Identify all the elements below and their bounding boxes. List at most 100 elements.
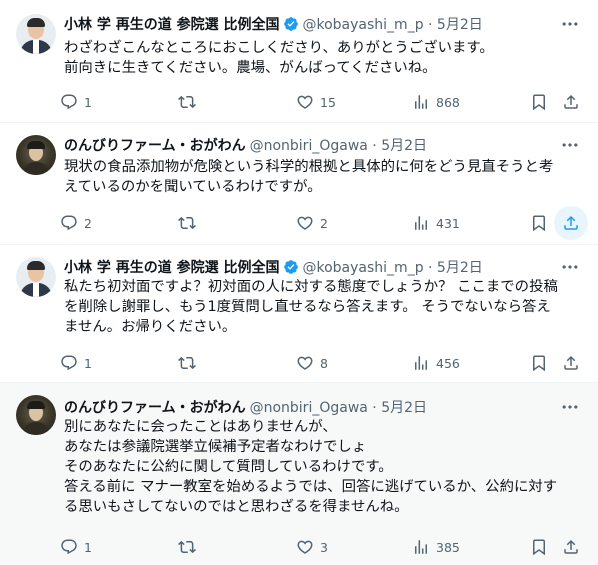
author-handle-date[interactable]: @kobayashi_m_p · 5月2日 [303, 257, 483, 277]
like-button[interactable]: 3 [296, 535, 328, 559]
like-count: 8 [320, 355, 328, 371]
tweet-text-line: 現状の食品添加物が危険という科学的根拠と具体的に何をどう見直そうと考 [64, 159, 554, 175]
author-name[interactable]: のんびりファーム・おがわん [64, 135, 246, 155]
tweet-text-line: 答える前に マナー教室を始めるようでは、回答に逃げているか、公約に対す [64, 479, 558, 495]
verified-badge-icon [283, 259, 299, 275]
share-button[interactable] [562, 90, 580, 114]
views-button[interactable]: 431 [412, 211, 460, 235]
more-dots-icon[interactable] [560, 14, 580, 34]
bookmark-icon [530, 354, 548, 372]
like-icon [296, 214, 314, 232]
tweet-text-line: えているのかを聞いているわけですが。 [64, 179, 322, 195]
reply-count: 1 [84, 94, 92, 110]
retweet-icon [178, 538, 196, 556]
views-icon [412, 214, 430, 232]
like-icon [296, 93, 314, 111]
reply-icon [60, 538, 78, 556]
tweet-text-line: そのあなたに公約に関して質問しているわけです。 [64, 459, 393, 475]
share-button[interactable] [554, 206, 588, 240]
tweet-header: のんびりファーム・おがわん @nonbiri_Ogawa · 5月2日 [64, 397, 427, 417]
tweet[interactable]: のんびりファーム・おがわん @nonbiri_Ogawa · 5月2日 別にあな… [0, 382, 598, 565]
reply-count: 1 [84, 539, 92, 555]
views-button[interactable]: 868 [412, 90, 460, 114]
tweet-header: 小林 学 再生の道 参院選 比例全国 @kobayashi_m_p · 5月2日 [64, 257, 483, 277]
tweet[interactable]: のんびりファーム・おがわん @nonbiri_Ogawa · 5月2日 現状の食… [0, 122, 598, 244]
like-button[interactable]: 8 [296, 351, 328, 375]
like-count: 15 [320, 94, 336, 110]
tweet-header: 小林 学 再生の道 参院選 比例全国 @kobayashi_m_p · 5月2日 [64, 14, 483, 34]
author-handle-date[interactable]: @nonbiri_Ogawa · 5月2日 [250, 135, 427, 155]
avatar[interactable] [16, 257, 56, 297]
tweet-text-line: る思いもさしてないのではと思わざるを得ませんね。 [64, 499, 409, 515]
like-count: 3 [320, 539, 328, 555]
tweet-text-line: 別にあなたに会ったことはありませんが、 [64, 419, 337, 435]
view-count: 385 [436, 539, 460, 555]
author-name[interactable]: のんびりファーム・おがわん [64, 397, 246, 417]
tweet[interactable]: 小林 学 再生の道 参院選 比例全国 @kobayashi_m_p · 5月2日… [0, 0, 598, 122]
views-icon [412, 354, 430, 372]
avatar[interactable] [16, 135, 56, 175]
avatar[interactable] [16, 14, 56, 54]
bookmark-button[interactable] [530, 535, 548, 559]
tweet-text: 私たち初対面ですよ？初対面の人に対する態度でしょうか？ ここまでの投稿 を削除し… [64, 277, 584, 337]
tweet-actions: 1 15 868 [60, 90, 588, 114]
tweet-text: わざわざこんなところにおこしくださり、ありがとうございます。 前向きに生きてくだ… [64, 38, 584, 78]
bookmark-button[interactable] [530, 351, 548, 375]
tweet-text-line: ません。お帰りください。 [64, 319, 237, 335]
share-icon [562, 538, 580, 556]
avatar[interactable] [16, 395, 56, 435]
reply-icon [60, 214, 78, 232]
views-icon [412, 538, 430, 556]
retweet-icon [178, 354, 196, 372]
share-icon [562, 93, 580, 111]
like-button[interactable]: 15 [296, 90, 336, 114]
views-icon [412, 93, 430, 111]
bookmark-icon [530, 538, 548, 556]
bookmark-icon [530, 93, 548, 111]
like-icon [296, 354, 314, 372]
tweet-text: 別にあなたに会ったことはありませんが、 あなたは参議院選挙立候補予定者なわけでし… [64, 417, 584, 517]
retweet-button[interactable] [178, 90, 196, 114]
author-handle-date[interactable]: @kobayashi_m_p · 5月2日 [303, 14, 483, 34]
retweet-button[interactable] [178, 211, 196, 235]
share-button[interactable] [562, 535, 580, 559]
more-dots-icon[interactable] [560, 257, 580, 277]
tweet-actions: 2 2 431 [60, 206, 588, 240]
view-count: 456 [436, 355, 460, 371]
share-button[interactable] [562, 351, 580, 375]
reply-button[interactable]: 1 [60, 535, 92, 559]
reply-icon [60, 93, 78, 111]
tweet-text-line: を削除し謝罪し、もう1度質問し直せるなら答えます。 そうでないなら答え [64, 299, 551, 315]
like-count: 2 [320, 215, 328, 231]
author-name[interactable]: 小林 学 再生の道 参院選 比例全国 [64, 14, 280, 34]
views-button[interactable]: 385 [412, 535, 460, 559]
tweet-text-line: 私たち初対面ですよ？初対面の人に対する態度でしょうか？ ここまでの投稿 [64, 279, 558, 295]
tweet-text-line: あなたは参議院選挙立候補予定者なわけでしょ [64, 439, 367, 455]
share-icon [562, 354, 580, 372]
verified-badge-icon [283, 16, 299, 32]
view-count: 431 [436, 215, 460, 231]
retweet-button[interactable] [178, 351, 196, 375]
reply-button[interactable]: 1 [60, 90, 92, 114]
retweet-button[interactable] [178, 535, 196, 559]
reply-button[interactable]: 2 [60, 211, 92, 235]
author-name[interactable]: 小林 学 再生の道 参院選 比例全国 [64, 257, 280, 277]
bookmark-button[interactable] [530, 211, 548, 235]
share-icon [562, 214, 580, 232]
tweet-text-line: 前向きに生きてください。農場、がんばってくださいね。 [64, 60, 437, 76]
more-dots-icon[interactable] [560, 397, 580, 417]
author-handle-date[interactable]: @nonbiri_Ogawa · 5月2日 [250, 397, 427, 417]
reply-icon [60, 354, 78, 372]
reply-count: 2 [84, 215, 92, 231]
reply-button[interactable]: 1 [60, 351, 92, 375]
tweet-text: 現状の食品添加物が危険という科学的根拠と具体的に何をどう見直そうと考 えているの… [64, 157, 584, 197]
tweet-header: のんびりファーム・おがわん @nonbiri_Ogawa · 5月2日 [64, 135, 427, 155]
like-button[interactable]: 2 [296, 211, 328, 235]
bookmark-button[interactable] [530, 90, 548, 114]
view-count: 868 [436, 94, 460, 110]
bookmark-icon [530, 214, 548, 232]
more-dots-icon[interactable] [560, 135, 580, 155]
views-button[interactable]: 456 [412, 351, 460, 375]
tweet[interactable]: 小林 学 再生の道 参院選 比例全国 @kobayashi_m_p · 5月2日… [0, 244, 598, 382]
tweet-actions: 1 8 456 [60, 351, 588, 375]
